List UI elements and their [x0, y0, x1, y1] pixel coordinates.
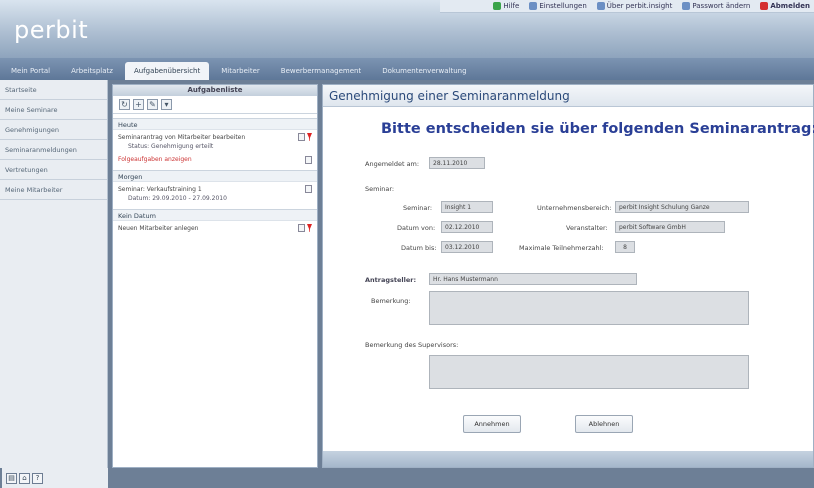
supervisor-remark-label: Bemerkung des Supervisors: [365, 341, 459, 349]
top-link-label: Passwort ändern [692, 2, 751, 10]
task-list-title: Aufgabenliste [113, 85, 317, 96]
seminar-field: Insight 1 [441, 201, 493, 213]
sidebar-item[interactable]: Meine Seminare [0, 100, 107, 120]
new-task-icon[interactable]: + [133, 99, 144, 110]
nav-tab[interactable]: Mein Portal [2, 62, 59, 80]
link-icon [760, 2, 769, 10]
reject-button[interactable]: Ablehnen [575, 415, 633, 433]
form-footer-bar [323, 451, 813, 467]
sidebar-item[interactable]: Seminaranmeldungen [0, 140, 107, 160]
approval-form: Genehmigung einer Seminaranmeldung Bitte… [322, 84, 814, 468]
nav-tab[interactable]: Dokumentenverwaltung [373, 62, 475, 80]
form-heading: Bitte entscheiden sie über folgenden Sem… [381, 121, 814, 137]
brand-logo: perbit [14, 16, 89, 44]
top-link-label: Hilfe [503, 2, 520, 10]
top-links: Hilfe Einstellungen Über perbit.insight Pas… [493, 2, 810, 10]
pin-icon[interactable] [307, 224, 312, 232]
organizer-field: perbit Software GmbH [615, 221, 725, 233]
registered-on-label: Angemeldet am: [365, 160, 420, 168]
remark-label: Bemerkung: [371, 297, 411, 305]
sidebar: Startseite Meine Seminare Genehmigungen Sem… [0, 80, 108, 468]
remark-textarea[interactable] [429, 291, 749, 325]
date-to-field: 03.12.2010 [441, 241, 493, 253]
link-icon [596, 2, 605, 10]
print-icon[interactable]: ▤ [6, 472, 17, 484]
task-item[interactable]: Seminar: Verkaufstraining 1 Datum: 29.09.… [113, 182, 317, 205]
filter-icon[interactable]: ▾ [161, 99, 172, 110]
bottom-toolbar: ▤ ⌂ ? [2, 468, 108, 488]
top-link[interactable]: Hilfe [493, 2, 519, 10]
top-link-label: Einstellungen [539, 2, 587, 10]
task-item[interactable]: Folgeaufgaben anzeigen [113, 153, 317, 166]
document-icon[interactable] [298, 133, 305, 141]
date-from-field: 02.12.2010 [441, 221, 493, 233]
task-subtext: Datum: 29.09.2010 - 27.09.2010 [128, 195, 227, 202]
task-group-header: Morgen [113, 170, 317, 182]
registered-on-field: 28.11.2010 [429, 157, 485, 169]
task-item[interactable]: Neuen Mitarbeiter anlegen [113, 221, 317, 235]
task-toolbar: ↻ + ✎ ▾ [113, 96, 317, 114]
date-to-label: Datum bis: [401, 244, 437, 252]
document-icon[interactable] [305, 185, 312, 193]
top-link[interactable]: Abmelden [760, 2, 810, 10]
organizer-label: Veranstalter: [566, 224, 608, 232]
business-unit-field: perbit Insight Schulung Ganze [615, 201, 749, 213]
task-text: Folgeaufgaben anzeigen [118, 156, 192, 163]
applicant-field: Hr. Hans Mustermann [429, 273, 637, 285]
top-link[interactable]: Passwort ändern [682, 2, 750, 10]
refresh-icon[interactable]: ↻ [119, 99, 130, 110]
nav-tab[interactable]: Mitarbeiter [212, 62, 269, 80]
document-icon[interactable] [298, 224, 305, 232]
task-group-header: Kein Datum [113, 209, 317, 221]
sidebar-item[interactable]: Startseite [0, 80, 107, 100]
seminar-section-label: Seminar: [365, 185, 395, 193]
top-link-label: Abmelden [770, 2, 810, 10]
seminar-label: Seminar: [403, 204, 433, 212]
task-text: Seminar: Verkaufstraining 1 [118, 186, 202, 193]
edit-task-icon[interactable]: ✎ [147, 99, 158, 110]
date-from-label: Datum von: [397, 224, 436, 232]
form-window-title: Genehmigung einer Seminaranmeldung [323, 85, 813, 107]
nav-tab[interactable]: Aufgabenübersicht [124, 62, 210, 80]
link-icon [493, 2, 502, 10]
pin-icon[interactable] [307, 133, 312, 141]
top-link-label: Über perbit.insight [606, 2, 673, 10]
task-subtext: Status: Genehmigung erteilt [128, 143, 214, 150]
max-participants-field: 8 [615, 241, 635, 253]
link-icon [529, 2, 538, 10]
task-group-header: Heute [113, 118, 317, 130]
sidebar-item[interactable]: Vertretungen [0, 160, 107, 180]
task-text: Neuen Mitarbeiter anlegen [118, 225, 199, 232]
home-icon[interactable]: ⌂ [19, 472, 30, 484]
main-navigation: Mein Portal Arbeitsplatz Aufgabenübersicht… [0, 58, 814, 80]
help-icon[interactable]: ? [32, 472, 43, 484]
max-participants-label: Maximale Teilnehmerzahl: [519, 244, 604, 252]
nav-tab[interactable]: Arbeitsplatz [62, 62, 122, 80]
supervisor-remark-textarea[interactable] [429, 355, 749, 389]
sidebar-item[interactable]: Genehmigungen [0, 120, 107, 140]
accept-button[interactable]: Annehmen [463, 415, 521, 433]
task-groups: Heute Seminarantrag von Mitarbeiter bearb… [113, 118, 317, 235]
document-icon[interactable] [305, 156, 312, 164]
sidebar-item[interactable]: Meine Mitarbeiter [0, 180, 107, 200]
top-link[interactable]: Über perbit.insight [596, 2, 673, 10]
link-icon [682, 2, 691, 10]
nav-tab[interactable]: Bewerbermanagement [272, 62, 370, 80]
applicant-label: Antragsteller: [365, 276, 417, 284]
task-item[interactable]: Seminarantrag von Mitarbeiter bearbeiten… [113, 130, 317, 153]
top-link[interactable]: Einstellungen [529, 2, 587, 10]
task-text: Seminarantrag von Mitarbeiter bearbeiten [118, 134, 246, 141]
header-bar: perbit Hilfe Einstellungen Über perbit.ins… [0, 0, 814, 58]
business-unit-label: Unternehmensbereich: [537, 204, 612, 212]
task-list-panel: Aufgabenliste ↻ + ✎ ▾ Heute Seminarantrag… [112, 84, 318, 468]
top-link-strip: Hilfe Einstellungen Über perbit.insight Pas… [440, 0, 814, 13]
